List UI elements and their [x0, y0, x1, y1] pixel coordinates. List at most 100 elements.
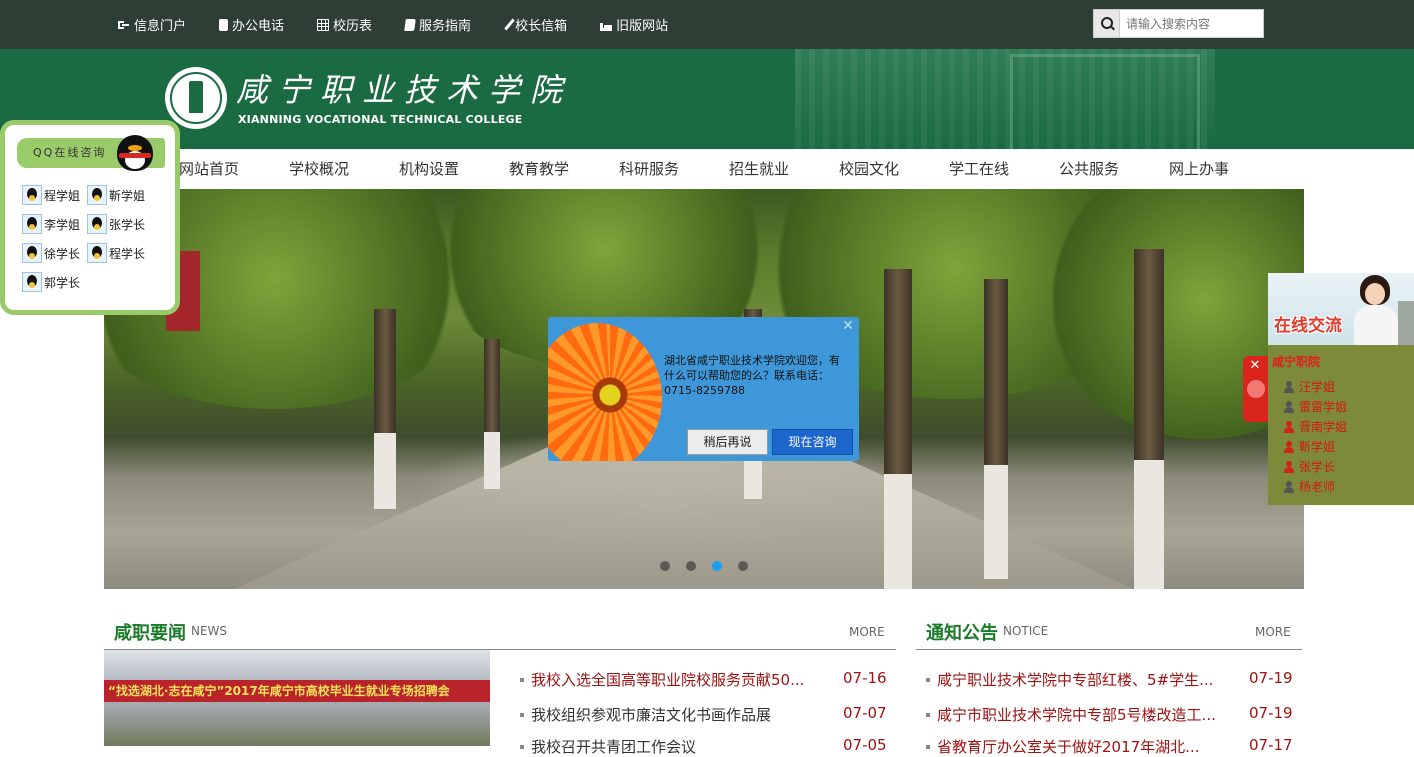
- topnav-president-mailbox[interactable]: 校长信箱: [504, 15, 567, 34]
- news-item-date: 07-16: [843, 669, 887, 687]
- notice-item[interactable]: 省教育厅办公室关于做好2017年湖北...: [926, 736, 1199, 757]
- top-bar: 信息门户 办公电话 校历表 服务指南 校长信箱 旧版网站: [0, 0, 1414, 49]
- qq-consult-panel: QQ在线咨询 程学姐 靳学姐 李学姐 张学长 徐学长 程学长 郭学长: [0, 120, 180, 315]
- qq-icon: [22, 243, 42, 263]
- qq-contact[interactable]: 程学长: [87, 243, 145, 263]
- top-nav: 信息门户 办公电话 校历表 服务指南 校长信箱 旧版网站: [118, 0, 701, 49]
- slider-dots: [660, 561, 748, 571]
- person-online-icon: [1284, 420, 1294, 433]
- agent-avatar: [1354, 275, 1398, 345]
- chat-contact-name: 张学长: [1299, 460, 1336, 474]
- later-button[interactable]: 稍后再说: [687, 429, 768, 455]
- news-item[interactable]: 我校召开共青团工作会议: [520, 736, 696, 757]
- news-item-title: 我校入选全国高等职业院校服务贡献50...: [531, 671, 805, 689]
- qq-contact-name: 程学长: [109, 246, 146, 261]
- slider-dot[interactable]: [686, 561, 696, 571]
- chat-contact-name: 靳学姐: [1299, 440, 1336, 454]
- notice-item-title: 咸宁市职业技术学院中专部5号楼改造工...: [937, 706, 1216, 724]
- campus-gate-graphic: [1010, 54, 1200, 149]
- nav-campus-culture[interactable]: 校园文化: [839, 149, 899, 189]
- topnav-old-site[interactable]: 旧版网站: [600, 15, 668, 34]
- qq-contact[interactable]: 郭学长: [22, 272, 80, 292]
- news-item-date: 07-05: [843, 736, 887, 754]
- qq-icon: [87, 214, 107, 234]
- nav-teaching[interactable]: 教育教学: [509, 149, 569, 189]
- news-more-link[interactable]: MORE: [849, 625, 885, 639]
- news-item[interactable]: 我校组织参观市廉洁文化书画作品展: [520, 704, 771, 725]
- tree-trunk: [374, 309, 396, 509]
- notice-item-date: 07-19: [1249, 704, 1293, 722]
- qq-contact[interactable]: 张学长: [87, 214, 145, 234]
- chat-org-name: 咸宁职院: [1272, 355, 1321, 369]
- topnav-calendar[interactable]: 校历表: [317, 15, 372, 34]
- bullet: [520, 712, 524, 717]
- chat-contact[interactable]: 杨老师: [1284, 478, 1335, 495]
- college-emblem-logo[interactable]: [165, 67, 227, 129]
- slider-dot[interactable]: [738, 561, 748, 571]
- topnav-label: 信息门户: [134, 19, 187, 34]
- notice-section-subtitle: NOTICE: [1003, 624, 1049, 638]
- tree-trunk: [884, 269, 912, 589]
- flower-image: [548, 323, 662, 461]
- paw-icon[interactable]: [1247, 380, 1265, 398]
- notice-more-link[interactable]: MORE: [1255, 625, 1291, 639]
- chat-contact[interactable]: 雷雷学姐: [1284, 398, 1347, 415]
- bed-icon: [600, 22, 613, 31]
- qq-contact[interactable]: 李学姐: [22, 214, 80, 234]
- search-box: [1093, 9, 1264, 38]
- nav-about[interactable]: 学校概况: [289, 149, 349, 189]
- close-icon[interactable]: ✕: [841, 319, 855, 333]
- nav-student-affairs[interactable]: 学工在线: [949, 149, 1009, 189]
- qq-contact-name: 郭学长: [44, 275, 81, 290]
- topnav-label: 办公电话: [232, 19, 285, 34]
- chat-header: 在线交流: [1268, 273, 1414, 345]
- chat-contact-name: 雷雷学姐: [1299, 400, 1348, 414]
- sign-in-icon: [118, 19, 130, 31]
- nav-home[interactable]: 网站首页: [179, 149, 239, 189]
- news-item[interactable]: 我校入选全国高等职业院校服务贡献50...: [520, 669, 804, 690]
- nav-public-service[interactable]: 公共服务: [1059, 149, 1119, 189]
- chat-contact[interactable]: 汪学姐: [1284, 378, 1335, 395]
- search-input[interactable]: [1120, 9, 1264, 38]
- chat-title: 在线交流: [1274, 316, 1342, 336]
- nav-online-office[interactable]: 网上办事: [1169, 149, 1229, 189]
- consult-now-button[interactable]: 现在咨询: [772, 429, 853, 455]
- qq-contact[interactable]: 徐学长: [22, 243, 80, 263]
- chat-contact-name: 汪学姐: [1299, 380, 1336, 394]
- qq-icon: [22, 185, 42, 205]
- tree-trunk: [1134, 249, 1164, 589]
- bullet: [520, 677, 524, 682]
- person-icon: [1284, 480, 1294, 493]
- popup-message: 湖北省咸宁职业技术学院欢迎您，有什么可以帮助您的么？联系电话：0715-8259…: [664, 354, 840, 397]
- chat-contact-name: 晋南学姐: [1299, 420, 1348, 434]
- qq-contact[interactable]: 靳学姐: [87, 185, 145, 205]
- nav-organization[interactable]: 机构设置: [399, 149, 459, 189]
- slider-dot[interactable]: [660, 561, 670, 571]
- bullet: [926, 677, 930, 682]
- topnav-office-phone[interactable]: 办公电话: [219, 15, 284, 34]
- divider: [916, 649, 1302, 650]
- chat-contact[interactable]: 靳学姐: [1284, 438, 1335, 455]
- search-icon[interactable]: [1093, 9, 1120, 38]
- topnav-info-portal[interactable]: 信息门户: [118, 15, 186, 34]
- chat-contact[interactable]: 张学长: [1284, 458, 1335, 475]
- tree-trunk: [484, 339, 500, 489]
- notice-item[interactable]: 咸宁职业技术学院中专部红楼、5#学生...: [926, 669, 1213, 690]
- close-icon[interactable]: ✕: [1248, 359, 1262, 373]
- qq-contact-name: 靳学姐: [109, 188, 146, 203]
- qq-contact[interactable]: 程学姐: [22, 185, 80, 205]
- nav-admissions[interactable]: 招生就业: [729, 149, 789, 189]
- qq-icon: [22, 214, 42, 234]
- chat-contact[interactable]: 晋南学姐: [1284, 418, 1347, 435]
- topnav-service-guide[interactable]: 服务指南: [404, 15, 471, 34]
- news-photo[interactable]: “找选湖北·志在咸宁”2017年咸宁市高校毕业生就业专场招聘会: [104, 650, 490, 746]
- nav-research[interactable]: 科研服务: [619, 149, 679, 189]
- news-section-title: 咸职要闻: [114, 623, 186, 644]
- notice-item[interactable]: 咸宁市职业技术学院中专部5号楼改造工...: [926, 704, 1216, 725]
- slider-dot-active[interactable]: [712, 561, 722, 571]
- qq-penguin-icon: [113, 131, 157, 171]
- calendar-table-icon: [317, 18, 330, 31]
- notice-item-date: 07-17: [1249, 736, 1293, 754]
- news-section-subtitle: NEWS: [191, 624, 228, 638]
- online-chat-panel: 在线交流 咸宁职院 汪学姐 雷雷学姐 晋南学姐 靳学姐 张学长 杨老师: [1268, 273, 1414, 505]
